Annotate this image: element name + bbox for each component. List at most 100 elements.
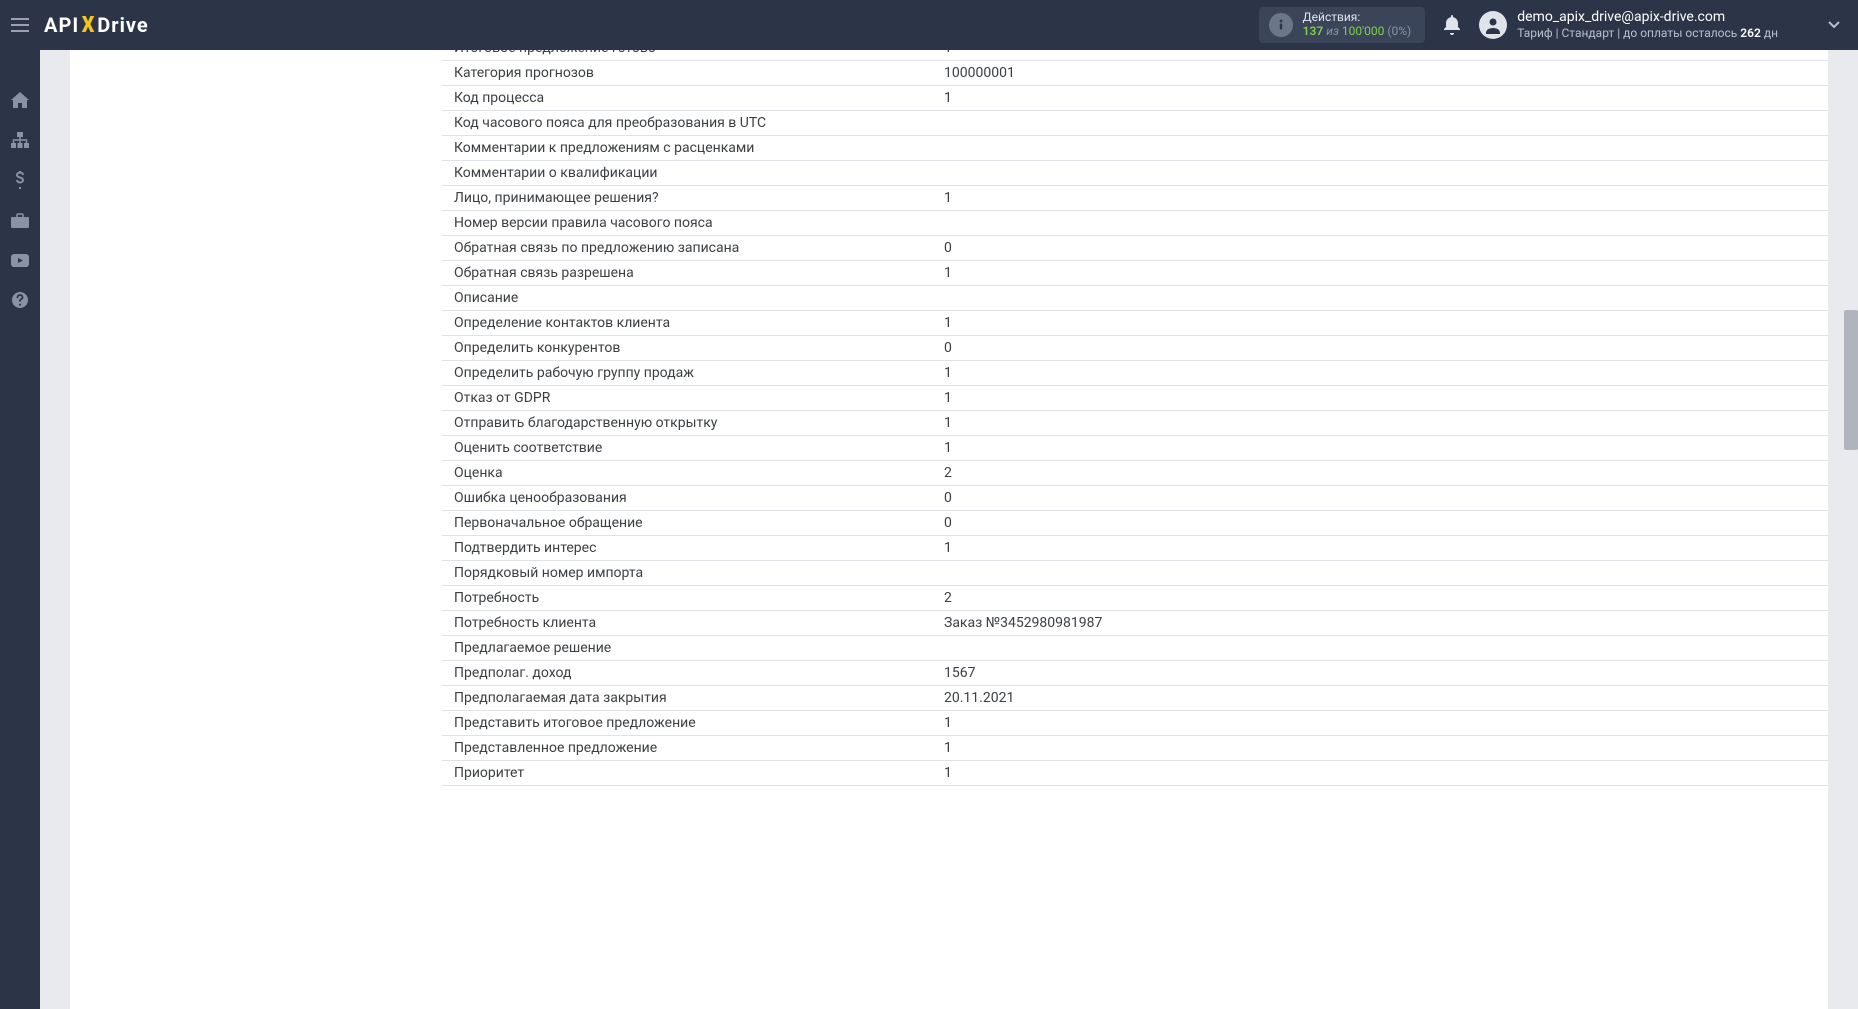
field-value xyxy=(932,560,1828,585)
table-row: Код часового пояса для преобразования в … xyxy=(442,110,1828,135)
menu-toggle[interactable] xyxy=(0,0,40,50)
field-label: Порядковый номер импорта xyxy=(442,560,932,585)
field-value: 1 xyxy=(932,410,1828,435)
field-value: 1 xyxy=(932,535,1828,560)
field-label: Ошибка ценообразования xyxy=(442,485,932,510)
field-value: 100000001 xyxy=(932,60,1828,85)
home-icon xyxy=(11,92,29,108)
dollar-icon xyxy=(14,171,26,189)
chevron-down-icon xyxy=(1828,21,1840,29)
briefcase-icon xyxy=(11,213,29,228)
actions-counter[interactable]: Действия: 137 из 100'000 (0%) xyxy=(1259,7,1426,43)
field-label: Приоритет xyxy=(442,760,932,785)
left-panel xyxy=(70,50,442,1009)
field-value: 1 xyxy=(932,185,1828,210)
table-row: Описание xyxy=(442,285,1828,310)
hamburger-icon xyxy=(11,18,29,32)
table-row: Определение контактов клиента1 xyxy=(442,310,1828,335)
table-row: Лицо, принимающее решения?1 xyxy=(442,185,1828,210)
field-value xyxy=(932,110,1828,135)
field-label: Описание xyxy=(442,285,932,310)
notifications-button[interactable] xyxy=(1443,15,1461,35)
sitemap-icon xyxy=(11,132,29,148)
table-row: Комментарии к предложениям с расценками xyxy=(442,135,1828,160)
table-row: Оценить соответствие1 xyxy=(442,435,1828,460)
field-value: 1 xyxy=(932,385,1828,410)
field-label: Итоговое предложение готово xyxy=(442,50,932,60)
field-value: 1 xyxy=(932,260,1828,285)
field-value: 0 xyxy=(932,335,1828,360)
field-value: 1 xyxy=(932,435,1828,460)
field-label: Номер версии правила часового пояса xyxy=(442,210,932,235)
field-value: 0 xyxy=(932,510,1828,535)
table-row: Предлагаемое решение xyxy=(442,635,1828,660)
field-label: Обратная связь разрешена xyxy=(442,260,932,285)
table-row: Порядковый номер импорта xyxy=(442,560,1828,585)
field-value xyxy=(932,160,1828,185)
question-icon xyxy=(11,291,29,309)
user-menu[interactable]: demo_apix_drive@apix-drive.com Тариф | С… xyxy=(1479,9,1840,40)
actions-of: из xyxy=(1326,24,1339,38)
field-value xyxy=(932,210,1828,235)
field-value: Заказ №3452980981987 xyxy=(932,610,1828,635)
field-label: Код часового пояса для преобразования в … xyxy=(442,110,932,135)
sidebar-help[interactable] xyxy=(10,290,30,310)
content-area: Запланировать встречу для обсуждения пре… xyxy=(40,50,1858,1009)
field-label: Первоначальное обращение xyxy=(442,510,932,535)
field-value: 0 xyxy=(932,485,1828,510)
field-label: Категория прогнозов xyxy=(442,60,932,85)
logo-drive: Drive xyxy=(97,13,148,37)
field-value: 2 xyxy=(932,585,1828,610)
actions-count: 137 xyxy=(1303,24,1324,38)
actions-text: Действия: 137 из 100'000 (0%) xyxy=(1303,11,1412,39)
user-email: demo_apix_drive@apix-drive.com xyxy=(1517,9,1778,26)
table-row: Подтвердить интерес1 xyxy=(442,535,1828,560)
field-label: Представить итоговое предложение xyxy=(442,710,932,735)
field-label: Код процесса xyxy=(442,85,932,110)
logo-api: API xyxy=(44,13,79,37)
field-value: 1 xyxy=(932,735,1828,760)
table-row: Представленное предложение1 xyxy=(442,735,1828,760)
table-row: Обратная связь разрешена1 xyxy=(442,260,1828,285)
youtube-icon xyxy=(11,254,29,267)
avatar xyxy=(1479,11,1507,39)
field-value: 1 xyxy=(932,85,1828,110)
logo[interactable]: API X Drive xyxy=(44,13,149,38)
fields-table: Запланировать встречу для обсуждения пре… xyxy=(442,50,1828,786)
table-row: Категория прогнозов100000001 xyxy=(442,60,1828,85)
bell-icon xyxy=(1443,15,1461,35)
table-row: Приоритет1 xyxy=(442,760,1828,785)
field-label: Лицо, принимающее решения? xyxy=(442,185,932,210)
scrollbar-thumb[interactable] xyxy=(1844,310,1858,450)
field-label: Комментарии о квалификации xyxy=(442,160,932,185)
table-row: Первоначальное обращение0 xyxy=(442,510,1828,535)
field-label: Предлагаемое решение xyxy=(442,635,932,660)
field-value: 1 xyxy=(932,760,1828,785)
field-label: Определение контактов клиента xyxy=(442,310,932,335)
table-row: Комментарии о квалификации xyxy=(442,160,1828,185)
user-icon xyxy=(1484,16,1502,34)
sidebar-connections[interactable] xyxy=(10,130,30,150)
user-tariff: Тариф | Стандарт | до оплаты осталось 26… xyxy=(1517,26,1778,40)
field-value xyxy=(932,135,1828,160)
field-value: 0 xyxy=(932,235,1828,260)
field-value: 1 xyxy=(932,360,1828,385)
table-row: Ошибка ценообразования0 xyxy=(442,485,1828,510)
field-label: Отказ от GDPR xyxy=(442,385,932,410)
sidebar-billing[interactable] xyxy=(10,170,30,190)
field-value: 1567 xyxy=(932,660,1828,685)
field-value: 20.11.2021 xyxy=(932,685,1828,710)
info-icon xyxy=(1269,13,1293,37)
table-row: Код процесса1 xyxy=(442,85,1828,110)
table-row: Потребность2 xyxy=(442,585,1828,610)
field-label: Комментарии к предложениям с расценками xyxy=(442,135,932,160)
actions-label: Действия: xyxy=(1303,11,1412,25)
sidebar-home[interactable] xyxy=(10,90,30,110)
table-row: Предполагаемая дата закрытия20.11.2021 xyxy=(442,685,1828,710)
table-row: Предполаг. доход1567 xyxy=(442,660,1828,685)
field-label: Предполаг. доход xyxy=(442,660,932,685)
sidebar-video[interactable] xyxy=(10,250,30,270)
sidebar-briefcase[interactable] xyxy=(10,210,30,230)
table-row: Обратная связь по предложению записана0 xyxy=(442,235,1828,260)
field-label: Представленное предложение xyxy=(442,735,932,760)
